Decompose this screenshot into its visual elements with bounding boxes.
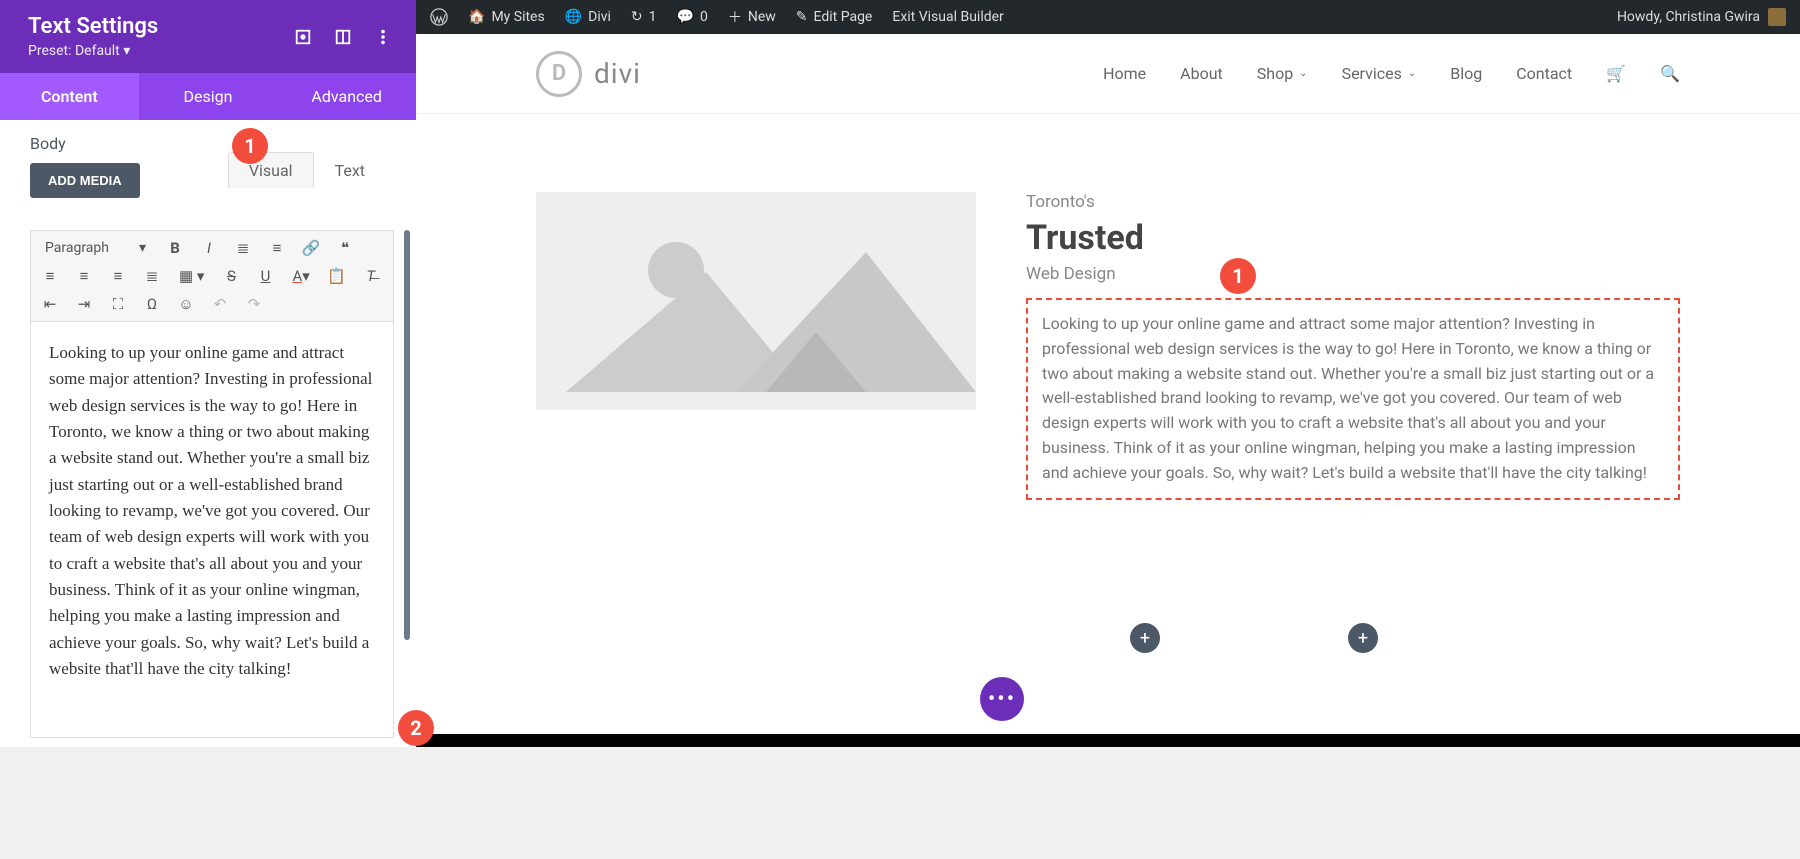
- preset-selector[interactable]: Preset: Default ▾: [28, 43, 294, 59]
- avatar[interactable]: [1768, 8, 1786, 26]
- textcolor-icon[interactable]: A ▾: [288, 265, 313, 287]
- wp-admin-bar: 🏠 My Sites 🌐 Divi ↻ 1 💬 0 ＋ New ✎ Edit P…: [416, 0, 1800, 34]
- cart-icon[interactable]: 🛒: [1606, 64, 1626, 83]
- align-center-icon[interactable]: ≡: [73, 265, 95, 287]
- nav-home[interactable]: Home: [1103, 64, 1146, 83]
- bold-icon[interactable]: B: [164, 237, 186, 259]
- tab-advanced[interactable]: Advanced: [277, 73, 416, 120]
- align-right-icon[interactable]: ≡: [107, 265, 129, 287]
- fullscreen-icon[interactable]: ⛶: [107, 293, 129, 315]
- editor-tab-text[interactable]: Text: [314, 152, 386, 188]
- my-sites-link[interactable]: 🏠 My Sites: [468, 9, 545, 25]
- page-preview: 🏠 My Sites 🌐 Divi ↻ 1 💬 0 ＋ New ✎ Edit P…: [416, 0, 1800, 859]
- body-editor[interactable]: Looking to up your online game and attra…: [30, 322, 394, 738]
- settings-header: Text Settings Preset: Default ▾: [0, 0, 416, 73]
- underline-icon[interactable]: U: [254, 265, 276, 287]
- nav-about[interactable]: About: [1180, 64, 1223, 83]
- nav-shop[interactable]: Shop ⌄: [1257, 64, 1308, 83]
- format-dropdown[interactable]: Paragraph▾: [39, 238, 152, 258]
- selected-text-module[interactable]: Looking to up your online game and attra…: [1026, 298, 1680, 500]
- settings-title: Text Settings: [28, 14, 294, 39]
- ul-icon[interactable]: ≣: [232, 237, 254, 259]
- link-icon[interactable]: 🔗: [300, 237, 322, 259]
- settings-body: Body ADD MEDIA Visual Text Paragraph▾ B …: [0, 120, 416, 819]
- primary-nav: Home About Shop ⌄ Services ⌄ Blog Contac…: [1103, 64, 1680, 83]
- settings-tabs: Content Design Advanced: [0, 73, 416, 120]
- body-field-label: Body: [30, 134, 394, 153]
- tab-content[interactable]: Content: [0, 73, 139, 120]
- exit-builder-link[interactable]: Exit Visual Builder: [892, 9, 1003, 25]
- add-module-button[interactable]: +: [1130, 623, 1160, 653]
- annotation-marker-1: 1: [232, 128, 268, 164]
- settings-panel: Text Settings Preset: Default ▾ Content …: [0, 0, 416, 859]
- align-left-icon[interactable]: ≡: [39, 265, 61, 287]
- table-icon[interactable]: ▦ ▾: [175, 265, 208, 287]
- clear-format-icon[interactable]: T̶: [360, 265, 382, 287]
- paste-icon[interactable]: 📋: [326, 265, 348, 287]
- outdent-icon[interactable]: ⇤: [39, 293, 61, 315]
- bottom-bar: [416, 734, 1800, 748]
- image-placeholder[interactable]: [536, 192, 976, 410]
- nav-contact[interactable]: Contact: [1516, 64, 1572, 83]
- annotation-marker-1b: 1: [1220, 258, 1256, 294]
- tb-undo-icon[interactable]: ↶: [209, 293, 231, 315]
- subhead-text: Web Design: [1026, 264, 1680, 284]
- indent-icon[interactable]: ⇥: [73, 293, 95, 315]
- add-media-button[interactable]: ADD MEDIA: [30, 163, 140, 198]
- comments-link[interactable]: 💬 0: [677, 9, 708, 25]
- kicker-text: Toronto's: [1026, 192, 1680, 212]
- ol-icon[interactable]: ≡: [266, 237, 288, 259]
- special-char-icon[interactable]: Ω: [141, 293, 163, 315]
- chevron-down-icon: ⌄: [1408, 68, 1416, 79]
- strike-icon[interactable]: S: [220, 265, 242, 287]
- page-chrome-bottom: [0, 747, 1800, 859]
- emoji-icon[interactable]: ☺: [175, 293, 197, 315]
- search-icon[interactable]: 🔍: [1660, 64, 1680, 83]
- builder-fab-button[interactable]: •••: [980, 677, 1024, 721]
- site-link[interactable]: 🌐 Divi: [565, 9, 611, 25]
- add-module-button[interactable]: +: [1348, 623, 1378, 653]
- quote-icon[interactable]: ❝: [334, 237, 356, 259]
- snap-icon[interactable]: [334, 28, 352, 46]
- annotation-marker-2: 2: [398, 710, 434, 746]
- tab-design[interactable]: Design: [139, 73, 278, 120]
- logo-text: divi: [594, 57, 641, 90]
- edit-page-link[interactable]: ✎ Edit Page: [796, 9, 873, 25]
- site-logo[interactable]: D divi: [536, 51, 641, 97]
- headline-text: Trusted: [1026, 218, 1680, 258]
- tb-redo-icon[interactable]: ↷: [243, 293, 265, 315]
- site-header: D divi Home About Shop ⌄ Services ⌄ Blog…: [416, 34, 1800, 114]
- nav-services[interactable]: Services ⌄: [1342, 64, 1417, 83]
- new-link[interactable]: ＋ New: [728, 7, 776, 27]
- wysiwyg-toolbar: Paragraph▾ B I ≣ ≡ 🔗 ❝ ≡ ≡ ≡ ≣ ▦ ▾ S U A…: [30, 230, 394, 322]
- kebab-icon[interactable]: [374, 28, 392, 46]
- chevron-down-icon: ⌄: [1299, 68, 1307, 79]
- updates-link[interactable]: ↻ 1: [631, 9, 657, 25]
- expand-icon[interactable]: [294, 28, 312, 46]
- italic-icon[interactable]: I: [198, 237, 220, 259]
- scrollbar[interactable]: [404, 230, 410, 640]
- wp-logo-icon[interactable]: [430, 8, 448, 26]
- nav-blog[interactable]: Blog: [1450, 64, 1482, 83]
- howdy-text[interactable]: Howdy, Christina Gwira: [1617, 9, 1760, 25]
- align-justify-icon[interactable]: ≣: [141, 265, 163, 287]
- logo-mark: D: [536, 51, 582, 97]
